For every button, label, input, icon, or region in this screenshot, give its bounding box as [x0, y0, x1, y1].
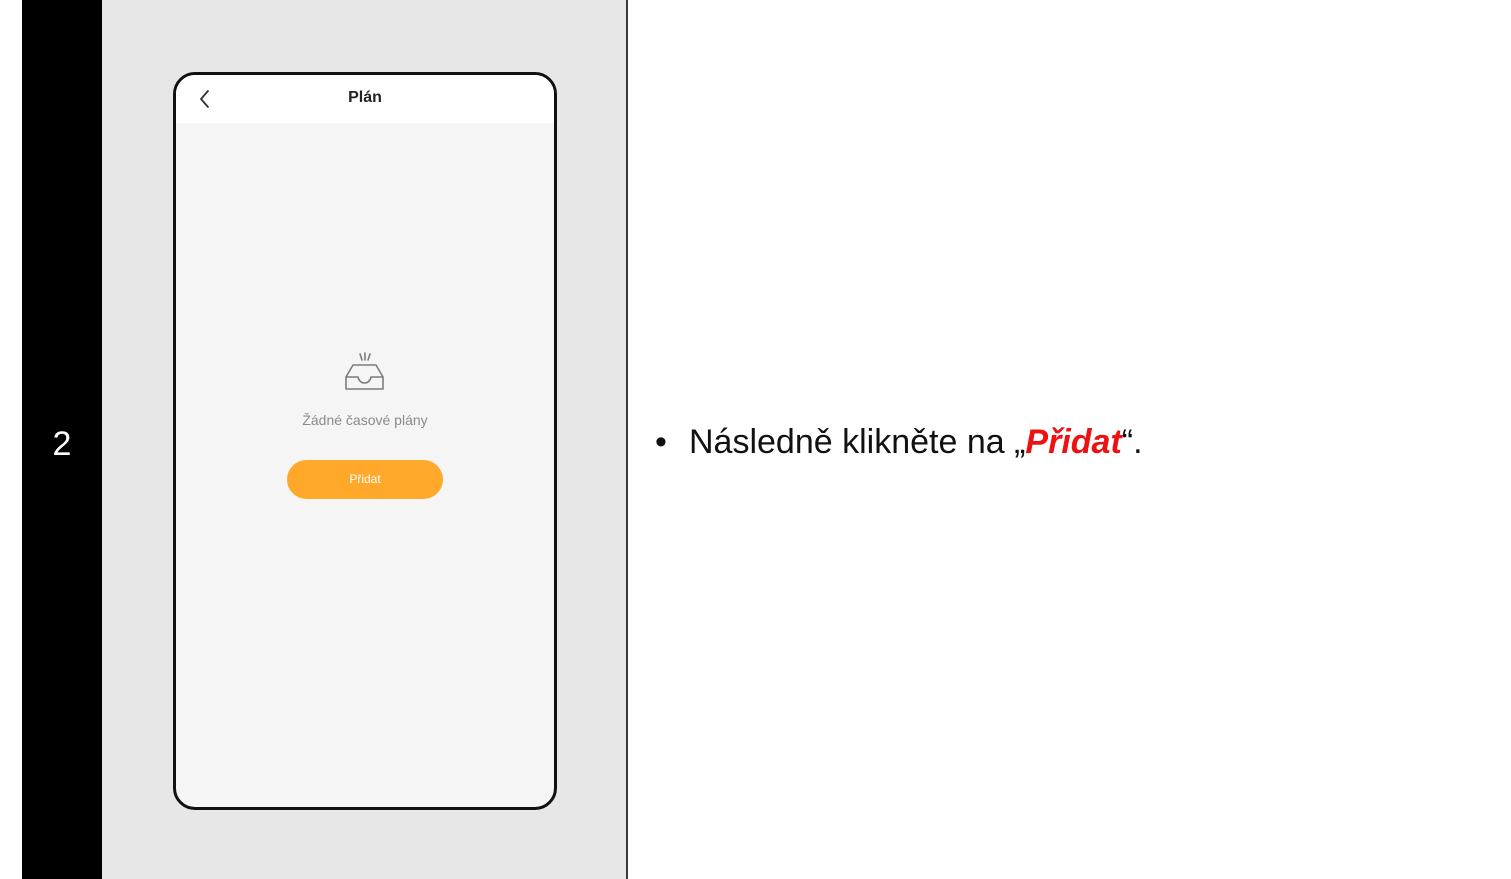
phone-frame: Plán Žádné časové plány Přidat	[173, 72, 557, 810]
step-number: 2	[52, 425, 72, 463]
step-column: 2	[22, 0, 102, 879]
empty-inbox-icon	[338, 351, 390, 395]
instruction-text: • Následně klikněte na „Přidat“.	[655, 420, 1143, 464]
bullet-marker: •	[655, 423, 667, 461]
instruction-highlight: Přidat	[1025, 423, 1122, 461]
instruction-page: 2 Plán Žádné časové plány Přidat • Násle…	[0, 0, 1511, 879]
add-plan-button[interactable]: Přidat	[287, 460, 443, 499]
instruction-lead: Následně klikněte na „	[689, 423, 1026, 461]
empty-state-text: Žádné časové plány	[302, 412, 428, 428]
screenshot-panel: Plán Žádné časové plány Přidat	[102, 0, 628, 879]
screen-title: Plán	[348, 89, 382, 106]
app-header: Plán	[176, 75, 554, 123]
instruction-tail: “.	[1121, 423, 1143, 461]
